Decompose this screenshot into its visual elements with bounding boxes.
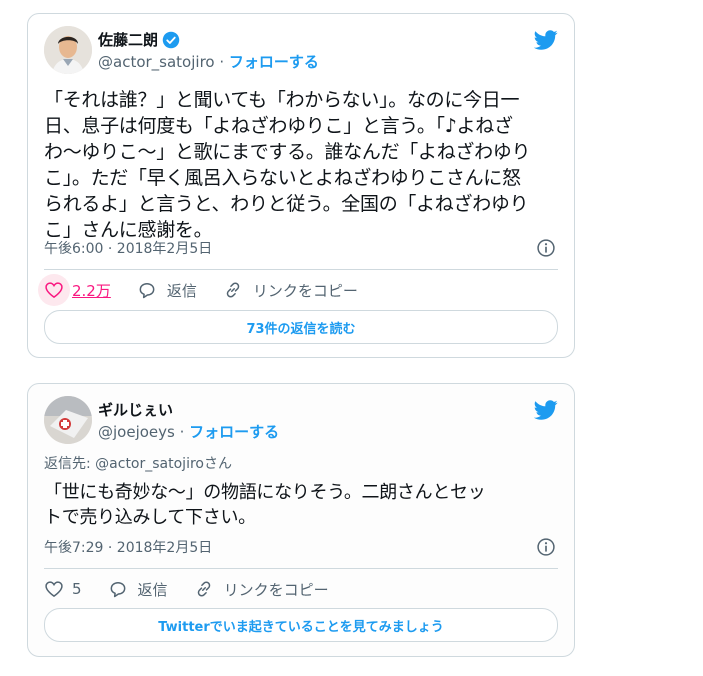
author-name-row[interactable]: 佐藤二朗 [98, 30, 180, 50]
reply-icon [139, 283, 155, 299]
action-bar: 5 返信 リンクをコピー [44, 574, 558, 604]
follow-button[interactable]: フォローする [189, 423, 279, 441]
follow-button[interactable]: フォローする [229, 53, 319, 71]
twitter-bird-icon[interactable] [534, 398, 558, 422]
read-replies-button[interactable]: 73件の返信を読む [44, 310, 558, 344]
author-name-row[interactable]: ギルじぇい [98, 400, 173, 420]
copy-link-label: リンクをコピー [223, 580, 329, 599]
reply-icon [110, 582, 125, 598]
reply-button[interactable]: 返信 [108, 579, 168, 600]
copy-link-button[interactable]: リンクをコピー [223, 280, 358, 301]
tweet-text: 「それは誰？」と聞いても「わからない」。なのに今日一 日、息子は何度も「よねざわ… [44, 89, 531, 241]
see-whats-happening-button[interactable]: Twitterでいま起きていることを見てみましょう [44, 608, 558, 642]
like-button[interactable]: 2.2万 [38, 274, 111, 306]
reply-to-label[interactable]: 返信先: @actor_satojiroさん [44, 455, 232, 473]
heart-icon [45, 282, 63, 299]
like-count[interactable]: 5 [72, 580, 82, 598]
info-icon[interactable] [536, 238, 556, 258]
link-icon [197, 581, 210, 597]
avatar-portrait-icon [44, 26, 92, 74]
handle-row: @actor_satojiro · フォローする [98, 52, 319, 72]
divider [44, 269, 558, 270]
separator-dot: · [219, 53, 229, 71]
avatar[interactable] [44, 26, 92, 74]
info-icon[interactable] [536, 537, 556, 557]
divider [44, 568, 558, 569]
tweet-card: ギルじぇい @joejoeys · フォローする 返信先: @actor_sat… [27, 383, 575, 657]
heart-icon [45, 581, 63, 598]
author-name[interactable]: 佐藤二朗 [98, 30, 158, 50]
twitter-bird-icon[interactable] [534, 28, 558, 52]
like-count[interactable]: 2.2万 [72, 280, 111, 301]
author-handle[interactable]: @joejoeys [98, 423, 175, 441]
avatar-photo-icon [44, 396, 92, 444]
reply-button[interactable]: 返信 [137, 280, 197, 301]
tweet-timestamp[interactable]: 午後7:29 · 2018年2月5日 [44, 539, 212, 557]
action-bar: 2.2万 返信 リンクをコピー [38, 274, 558, 306]
copy-link-button[interactable]: リンクをコピー [194, 579, 329, 600]
author-handle[interactable]: @actor_satojiro [98, 53, 215, 71]
tweet-timestamp[interactable]: 午後6:00 · 2018年2月5日 [44, 240, 212, 258]
reply-label: 返信 [166, 281, 197, 300]
copy-link-label: リンクをコピー [252, 281, 358, 300]
like-button[interactable]: 5 [44, 573, 82, 605]
link-icon [226, 282, 240, 298]
verified-badge-icon [162, 31, 180, 49]
tweet-text: 「世にも奇妙な〜」の物語になりそう。二朗さんとセッ トで売り込みして下さい。 [44, 482, 486, 528]
author-name[interactable]: ギルじぇい [98, 400, 173, 420]
reply-label: 返信 [137, 580, 168, 599]
separator-dot: · [179, 423, 190, 441]
handle-row: @joejoeys · フォローする [98, 422, 279, 442]
tweet-card: 佐藤二朗 @actor_satojiro · フォローする 「それは誰？」と聞い… [27, 13, 575, 358]
avatar[interactable] [44, 396, 92, 444]
